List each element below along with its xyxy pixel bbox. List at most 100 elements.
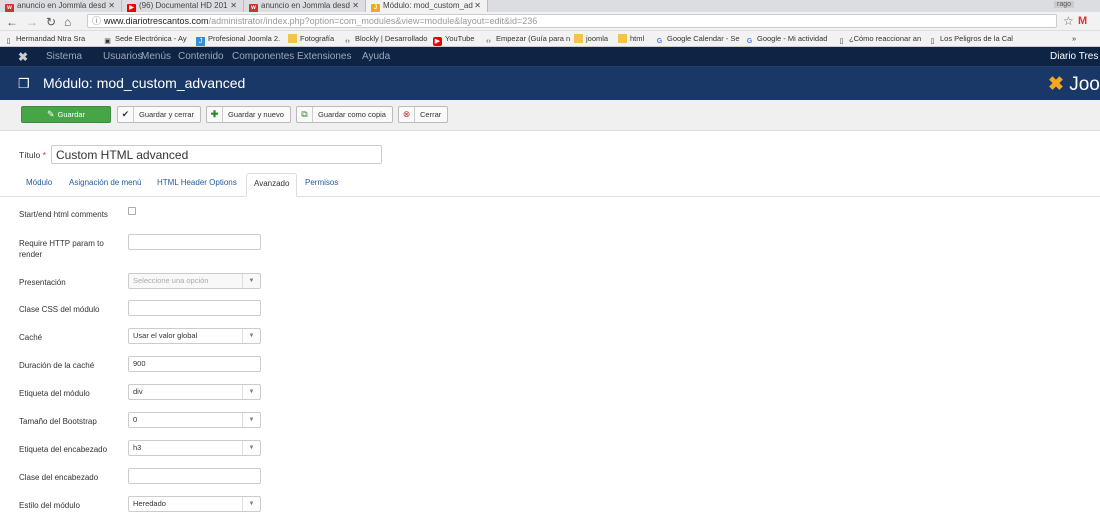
browser-tab[interactable]: ▶ (96) Documental HD 201 ✕ <box>122 0 244 12</box>
bookmark-item[interactable]: ▯ Hermandad Ntra Sra <box>4 31 86 46</box>
browser-tab-active[interactable]: J Módulo: mod_custom_ad ✕ <box>366 0 488 12</box>
tab-modulo[interactable]: Módulo <box>26 178 52 187</box>
bookmark-item[interactable]: ▯ ¿Cómo reaccionar an <box>837 31 922 46</box>
tab-title: anuncio en Jommla desd <box>17 1 106 10</box>
browser-tab[interactable]: w anuncio en Jommla desd ✕ <box>244 0 366 12</box>
duracion-cache-input[interactable]: 900 <box>128 356 261 372</box>
bookmark-item[interactable]: ‹› Blockly | Desarrollado <box>343 31 427 46</box>
close-tab-icon[interactable]: ✕ <box>352 0 359 12</box>
bookmark-star-icon[interactable]: ☆ <box>1063 14 1074 28</box>
field-label: Clase CSS del módulo <box>19 305 100 314</box>
bookmark-item[interactable]: ▣ Sede Electrónica - Ay <box>103 31 186 46</box>
folder-icon <box>574 34 583 43</box>
tamano-bootstrap-select[interactable]: 0 ▼ <box>128 412 261 428</box>
joomla-top-nav: ✖ Sistema Usuarios Menús Contenido Compo… <box>0 47 1100 67</box>
menu-contenido[interactable]: Contenido <box>178 51 224 62</box>
etiqueta-modulo-select[interactable]: div ▼ <box>128 384 261 400</box>
field-label: Estilo del módulo <box>19 501 80 510</box>
close-tab-icon[interactable]: ✕ <box>108 0 115 12</box>
cache-select[interactable]: Usar el valor global ▼ <box>128 328 261 344</box>
save-button[interactable]: ✎ Guardar <box>21 106 111 123</box>
title-label: Título * <box>19 150 46 160</box>
joomla-logo-text: Joo <box>1069 74 1100 95</box>
bookmark-item[interactable]: G Google - Mi actividad <box>745 31 828 46</box>
menu-usuarios[interactable]: Usuarios <box>103 51 142 62</box>
required-marker: * <box>42 150 46 160</box>
menu-ayuda[interactable]: Ayuda <box>362 51 390 62</box>
bookmark-item[interactable]: ‹› Empezar (Guía para n <box>484 31 570 46</box>
toolbar: ✎ Guardar ✔ Guardar y cerrar ✚ Guardar y nu… <box>0 100 1100 131</box>
field-label: Etiqueta del módulo <box>19 389 90 398</box>
bookmark-item[interactable]: html <box>618 31 644 46</box>
back-arrow-icon[interactable]: ← <box>6 15 18 29</box>
edit-icon: ✎ <box>46 109 55 119</box>
menu-extensiones[interactable]: Extensiones <box>297 51 351 62</box>
html-comments-checkbox[interactable] <box>128 207 136 215</box>
presentacion-select[interactable]: Seleccione una opción ▼ <box>128 273 261 289</box>
chevron-down-icon: ▼ <box>242 497 260 511</box>
joomla-logo-icon[interactable]: ✖ <box>18 50 28 64</box>
save-copy-button[interactable]: ⧉ Guardar como copia <box>296 106 393 123</box>
page-icon: ▯ <box>6 38 11 45</box>
menu-menus[interactable]: Menús <box>141 51 171 62</box>
bookmarks-more[interactable]: » <box>1072 31 1076 46</box>
clase-css-input[interactable] <box>128 300 261 316</box>
bookmark-item[interactable]: ▶ YouTube <box>433 31 474 46</box>
require-http-input[interactable] <box>128 234 261 250</box>
address-bar-row: ← → ↻ ⌂ ⓘ www.diariotrescantos.com/admini… <box>0 12 1100 31</box>
save-close-button[interactable]: ✔ Guardar y cerrar <box>117 106 202 123</box>
bookmark-item[interactable]: joomla <box>574 31 608 46</box>
tab-title: (96) Documental HD 201 <box>139 1 228 10</box>
google-icon: G <box>656 38 663 45</box>
joomla-logo: ✖ Joo <box>1048 73 1100 96</box>
field-label: Tamaño del Bootstrap <box>19 417 97 426</box>
browser-tab[interactable]: w anuncio en Jommla desd ✕ <box>0 0 122 12</box>
menu-sistema[interactable]: Sistema <box>46 51 82 62</box>
close-button[interactable]: ⊗ Cerrar <box>398 106 449 123</box>
tab-asignacion-menu[interactable]: Asignación de menú <box>69 178 142 187</box>
chevron-down-icon: ▼ <box>242 441 260 455</box>
chevron-down-icon: ▼ <box>242 274 260 288</box>
menu-componentes[interactable]: Componentes <box>232 51 294 62</box>
joomla-bookmark-icon: J <box>196 37 205 46</box>
clase-encabezado-input[interactable] <box>128 468 261 484</box>
tab-favicon-icon: w <box>5 4 14 12</box>
bookmark-item[interactable]: J Profesional Joomla 2. <box>196 31 280 46</box>
gmail-extension-icon[interactable]: M <box>1078 15 1087 27</box>
url-path: /administrator/index.php?option=com_modu… <box>208 16 538 26</box>
home-icon[interactable]: ⌂ <box>64 15 71 29</box>
etiqueta-encabezado-select[interactable]: h3 ▼ <box>128 440 261 456</box>
chevron-down-icon: ▼ <box>242 329 260 343</box>
tab-title: anuncio en Jommla desd <box>261 1 350 10</box>
forward-arrow-icon[interactable]: → <box>26 15 38 29</box>
close-circle-icon: ⊗ <box>399 107 415 122</box>
bookmark-item[interactable]: G Google Calendar - Se <box>655 31 740 46</box>
tab-avanzado[interactable]: Avanzado <box>246 173 298 197</box>
cube-icon: ❒ <box>18 76 30 91</box>
tab-permisos[interactable]: Permisos <box>305 178 338 187</box>
bookmark-item[interactable]: Fotografía <box>288 31 334 46</box>
close-tab-icon[interactable]: ✕ <box>474 0 481 12</box>
field-label: Require HTTP param to render <box>19 239 104 259</box>
close-tab-icon[interactable]: ✕ <box>230 0 237 12</box>
bookmark-item[interactable]: ▯ Los Peligros de la Cal <box>928 31 1013 46</box>
site-name-link[interactable]: Diario Tres C <box>1050 51 1100 62</box>
url-field[interactable]: ⓘ www.diariotrescantos.com/administrator/… <box>87 14 1057 28</box>
bookmarks-bar: ▯ Hermandad Ntra Sra ▣ Sede Electrónica - … <box>0 31 1100 47</box>
field-label: Duración de la caché <box>19 361 95 370</box>
info-icon[interactable]: ⓘ <box>92 16 101 26</box>
tab-html-header-options[interactable]: HTML Header Options <box>157 178 237 187</box>
sede-icon: ▣ <box>104 38 111 45</box>
estilo-modulo-select[interactable]: Heredado ▼ <box>128 496 261 512</box>
tab-favicon-icon: w <box>249 4 258 12</box>
tab-title: Módulo: mod_custom_ad <box>383 1 473 10</box>
plus-icon: ✚ <box>207 107 223 122</box>
title-input[interactable] <box>51 145 382 164</box>
save-new-button[interactable]: ✚ Guardar y nuevo <box>206 106 291 123</box>
field-label: Presentación <box>19 278 66 287</box>
page-icon: ▯ <box>930 38 935 45</box>
reload-icon[interactable]: ↻ <box>46 15 56 29</box>
field-label: Etiqueta del encabezado <box>19 445 108 454</box>
url-domain: www.diariotrescantos.com <box>104 16 209 26</box>
window-badge: rago <box>1053 1 1074 8</box>
